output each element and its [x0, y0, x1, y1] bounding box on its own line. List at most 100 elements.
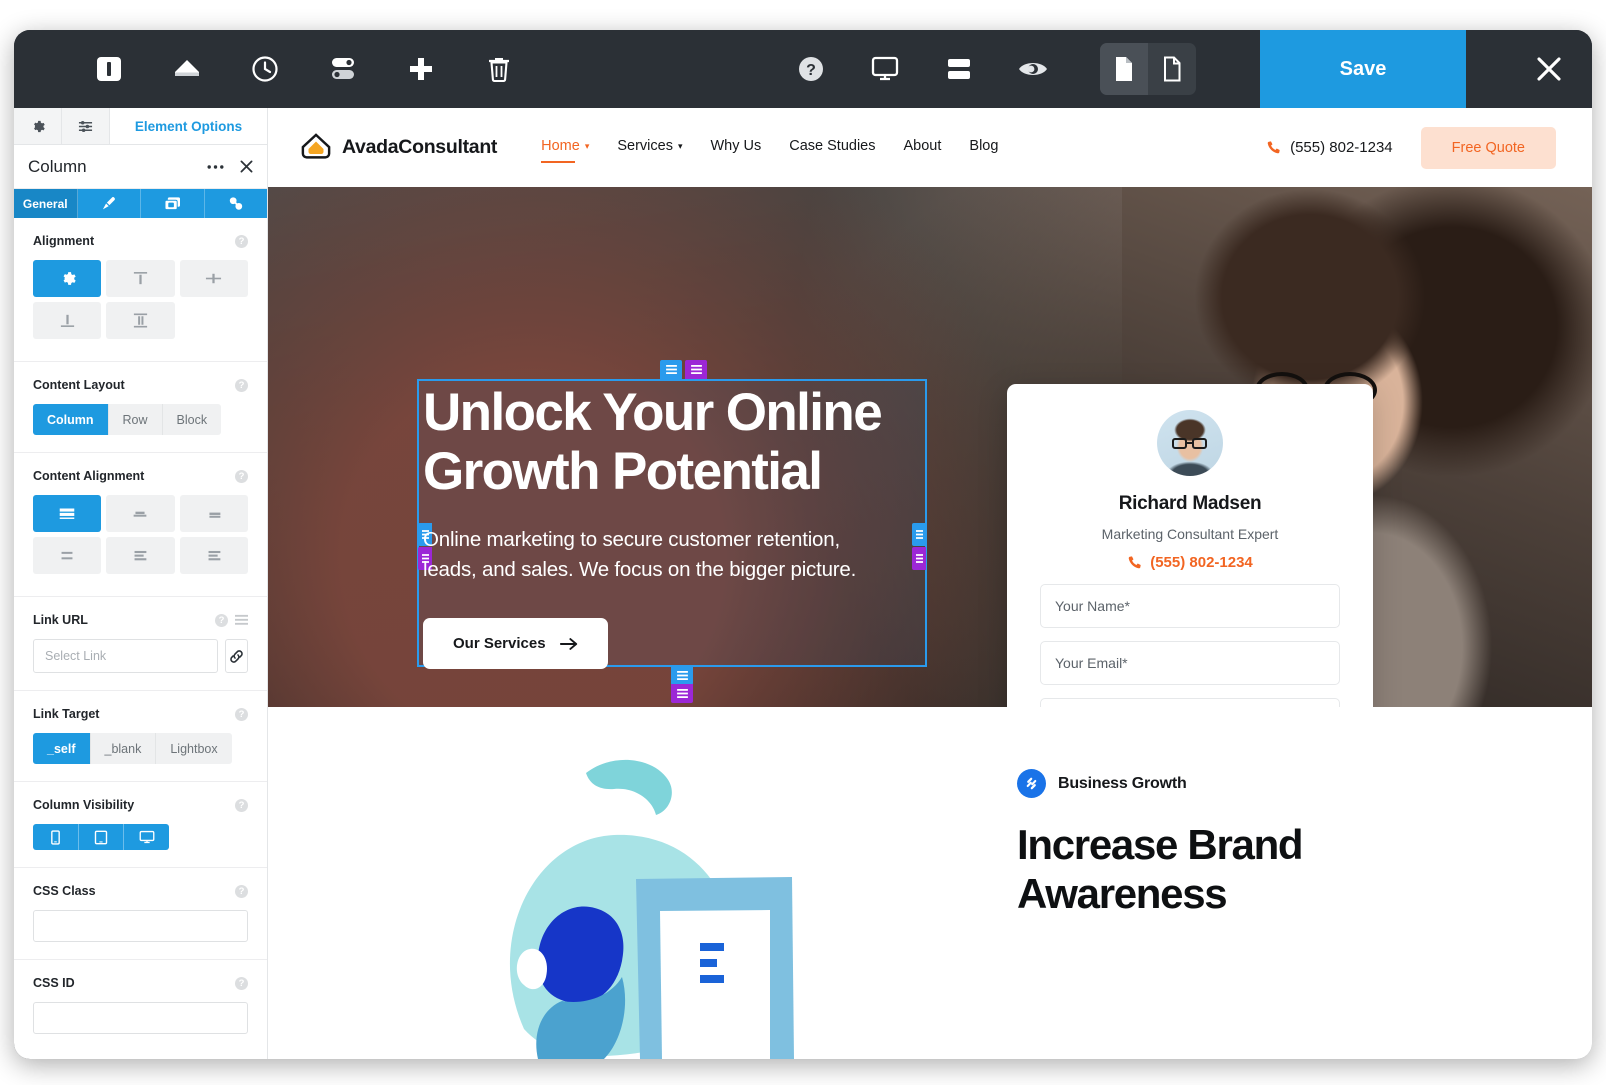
- column-visibility-segmented: [33, 824, 169, 850]
- content-layout-option-column[interactable]: Column: [33, 404, 109, 435]
- lower-section-title: Increase Brand Awareness: [1017, 821, 1304, 918]
- content-align-space-evenly[interactable]: [179, 537, 248, 574]
- content-layout-option-row[interactable]: Row: [108, 404, 163, 435]
- subtab-design[interactable]: [78, 189, 141, 218]
- nav-item-case-studies[interactable]: Case Studies: [789, 138, 875, 157]
- avada-logo-icon: [301, 132, 331, 159]
- option-head: Content Layout ?: [33, 378, 248, 392]
- preview-eye-icon[interactable]: [1016, 52, 1050, 86]
- content-align-space-around[interactable]: [106, 537, 175, 574]
- page-outline-icon[interactable]: [1148, 43, 1196, 95]
- help-icon[interactable]: ?: [235, 469, 248, 483]
- settings-toggle-icon[interactable]: [326, 52, 360, 86]
- subtab-general[interactable]: General: [14, 189, 78, 218]
- our-services-label: Our Services: [453, 635, 546, 653]
- page-filled-icon[interactable]: [1100, 43, 1148, 95]
- content-alignment-row-2: [33, 537, 248, 574]
- list-icon[interactable]: [235, 614, 248, 626]
- contact-name: Richard Madsen: [1118, 493, 1262, 514]
- visibility-tablet[interactable]: [78, 824, 125, 850]
- sidebar-toggle-icon[interactable]: [92, 52, 126, 86]
- phone-field[interactable]: [1040, 698, 1340, 707]
- contact-phone-link[interactable]: (555) 802-1234: [1040, 554, 1340, 571]
- panel-subtab-bar: General: [14, 189, 267, 218]
- nav-item-blog[interactable]: Blog: [969, 138, 998, 157]
- nav-item-home[interactable]: Home ▾: [541, 138, 590, 163]
- visibility-desktop[interactable]: [124, 824, 169, 850]
- gear-icon[interactable]: [14, 108, 62, 144]
- nav-item-about[interactable]: About: [904, 138, 942, 157]
- panel-close-button[interactable]: [240, 160, 253, 173]
- trash-icon[interactable]: [482, 52, 516, 86]
- library-icon[interactable]: [170, 52, 204, 86]
- background-image-icon: [164, 197, 180, 211]
- site-nav: Home ▾ Services ▾ Why Us Case Studies Ab…: [541, 138, 998, 163]
- subtab-background[interactable]: [141, 189, 205, 218]
- free-quote-button[interactable]: Free Quote: [1420, 126, 1556, 169]
- lower-section-text: Business Growth Increase Brand Awareness: [1017, 769, 1447, 918]
- link-target-segmented: _self _blank Lightbox: [33, 733, 232, 764]
- save-button[interactable]: Save: [1260, 30, 1466, 108]
- alignment-default[interactable]: [33, 260, 102, 297]
- tablet-icon: [94, 830, 108, 844]
- link-target-option-lightbox[interactable]: Lightbox: [156, 733, 232, 764]
- desktop-icon: [139, 830, 155, 844]
- sliders-icon[interactable]: [62, 108, 110, 144]
- close-builder-button[interactable]: [1506, 30, 1592, 108]
- column-handle-settings[interactable]: [660, 360, 682, 379]
- add-element-icon[interactable]: [404, 52, 438, 86]
- css-id-input[interactable]: [33, 1002, 248, 1034]
- element-options-sidebar: Element Options Column General Alignment…: [14, 108, 268, 1059]
- site-header: AvadaConsultant Home ▾ Services ▾ Why Us…: [268, 108, 1592, 187]
- header-phone-link[interactable]: (555) 802-1234: [1266, 139, 1393, 156]
- content-align-space-between[interactable]: [33, 537, 102, 574]
- help-icon[interactable]: ?: [235, 707, 248, 721]
- help-icon[interactable]: ?: [235, 976, 248, 990]
- alignment-middle[interactable]: [179, 260, 248, 297]
- tab-element-options[interactable]: Element Options: [110, 108, 267, 144]
- panel-title-row: Column: [14, 145, 267, 189]
- name-field[interactable]: [1040, 584, 1340, 628]
- chain-link-icon[interactable]: [225, 639, 248, 673]
- css-class-input[interactable]: [33, 910, 248, 942]
- avada-live-builder: ? Save Element Options Column General Al…: [14, 30, 1592, 1059]
- link-target-option-blank[interactable]: _blank: [90, 733, 157, 764]
- link-url-input[interactable]: [33, 639, 218, 673]
- alignment-top[interactable]: [106, 260, 175, 297]
- lower-section: Business Growth Increase Brand Awareness: [268, 707, 1592, 1059]
- content-align-flex-end[interactable]: [179, 495, 248, 532]
- option-group-css-id: CSS ID ?: [14, 960, 267, 1059]
- nav-item-services-label: Services: [617, 138, 673, 154]
- link-target-option-self[interactable]: _self: [33, 733, 91, 764]
- email-field[interactable]: [1040, 641, 1340, 685]
- phone-icon: [1128, 556, 1141, 569]
- help-icon[interactable]: ?: [235, 798, 248, 812]
- nav-item-why-us[interactable]: Why Us: [711, 138, 762, 157]
- help-icon[interactable]: ?: [794, 52, 828, 86]
- panel-more-button[interactable]: [207, 164, 224, 170]
- option-head: Column Visibility ?: [33, 798, 248, 812]
- column-handle-options[interactable]: [685, 360, 707, 379]
- subtab-extras[interactable]: [205, 189, 268, 218]
- our-services-button[interactable]: Our Services: [423, 618, 608, 670]
- content-align-flex-start[interactable]: [33, 495, 102, 532]
- badge-label: Business Growth: [1058, 774, 1187, 792]
- alignment-bottom[interactable]: [33, 302, 102, 339]
- help-icon[interactable]: ?: [215, 613, 228, 627]
- help-icon[interactable]: ?: [235, 884, 248, 898]
- alignment-stretch[interactable]: [106, 302, 175, 339]
- layout-icon[interactable]: [942, 52, 976, 86]
- brand-logo[interactable]: AvadaConsultant: [301, 132, 498, 163]
- nav-item-services[interactable]: Services ▾: [617, 138, 682, 157]
- help-icon[interactable]: ?: [235, 234, 248, 248]
- hero-section: Unlock Your Online Growth Potential Onli…: [268, 187, 1592, 707]
- chevron-down-icon: ▾: [584, 140, 590, 151]
- desktop-icon[interactable]: [868, 52, 902, 86]
- visibility-mobile[interactable]: [33, 824, 79, 850]
- column-handle-bottom-options[interactable]: [671, 684, 693, 703]
- history-icon[interactable]: [248, 52, 282, 86]
- help-icon[interactable]: ?: [235, 378, 248, 392]
- brand-name: AvadaConsultant: [342, 136, 498, 158]
- content-align-center[interactable]: [106, 495, 175, 532]
- content-layout-option-block[interactable]: Block: [162, 404, 222, 435]
